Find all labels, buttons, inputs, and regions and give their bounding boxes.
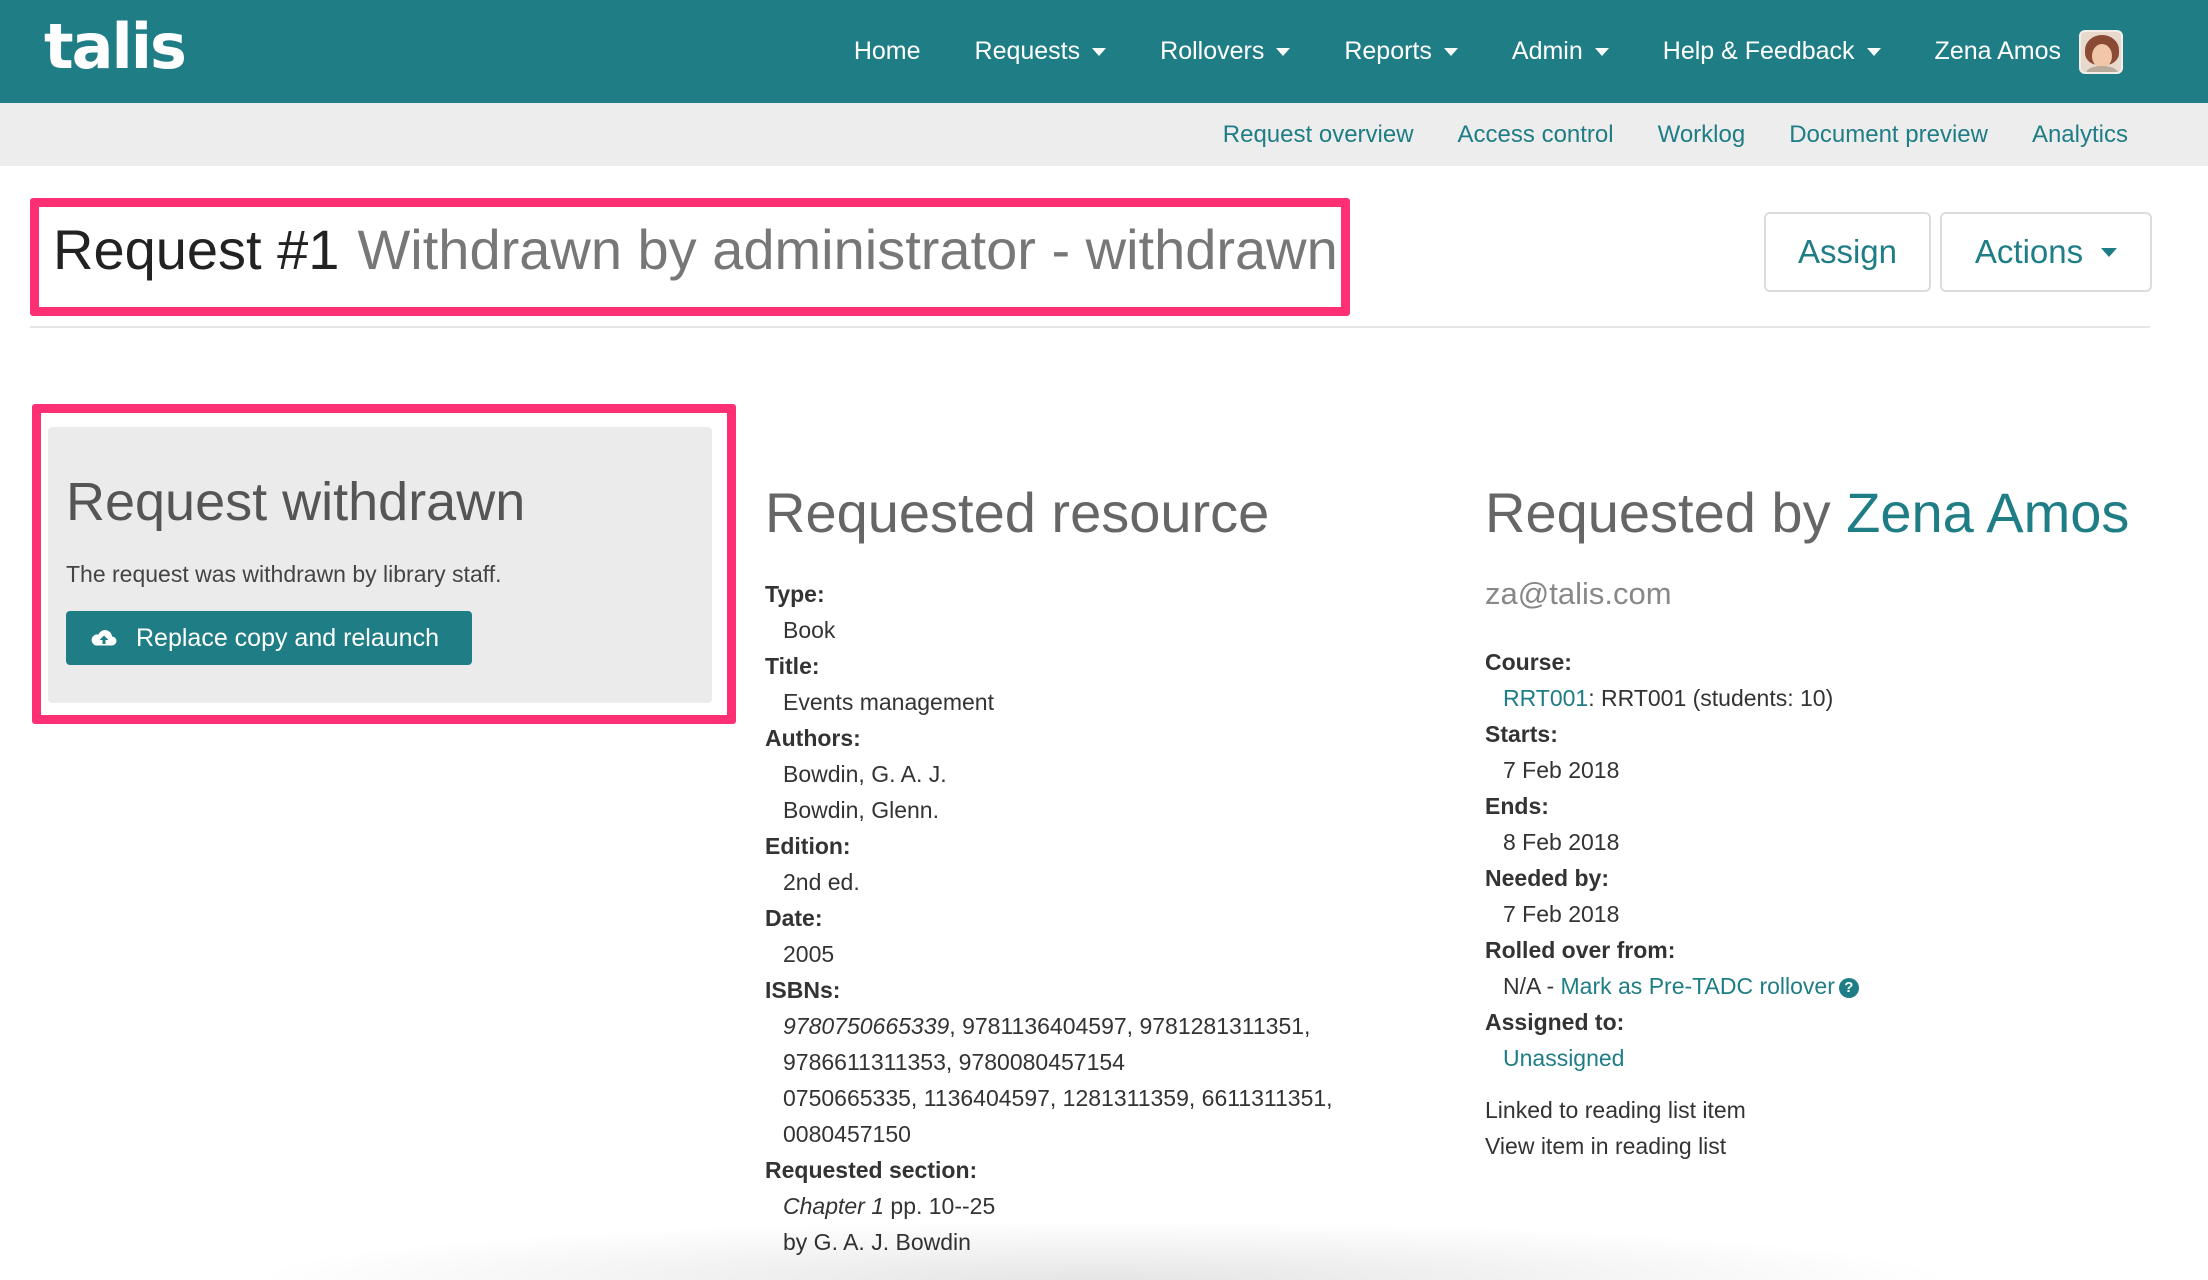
edition-value: 2nd ed.	[783, 869, 860, 895]
isbn-primary: 9780750665339	[783, 1013, 950, 1039]
replace-copy-relaunch-button[interactable]: Replace copy and relaunch	[66, 611, 472, 665]
starts-value: 7 Feb 2018	[1503, 757, 1620, 783]
replace-copy-relaunch-label: Replace copy and relaunch	[136, 623, 439, 652]
nav-admin-label: Admin	[1511, 37, 1583, 65]
nav-home[interactable]: Home	[854, 37, 921, 66]
caret-down-icon	[1092, 47, 1107, 56]
nav-admin[interactable]: Admin	[1512, 37, 1609, 66]
main-nav: Home Requests Rollovers Reports Admin He…	[800, 0, 2123, 103]
edition-label: Edition:	[765, 833, 851, 859]
top-navbar: talis Home Requests Rollovers Reports Ad…	[0, 0, 2208, 103]
subnav-document-preview[interactable]: Document preview	[1789, 121, 1988, 149]
withdrawn-message: The request was withdrawn by library sta…	[66, 561, 502, 587]
nav-reports[interactable]: Reports	[1344, 37, 1458, 66]
requested-by-heading: Requested by Zena Amos	[1485, 480, 2165, 552]
page-title: Request #1 Withdrawn by administrator - w…	[53, 217, 1338, 282]
request-subnav: Request overview Access control Worklog …	[1179, 103, 2128, 166]
actions-button[interactable]: Actions	[1940, 212, 2152, 292]
ends-value: 8 Feb 2018	[1503, 829, 1620, 855]
starts-label: Starts:	[1485, 721, 1558, 747]
type-value: Book	[783, 617, 836, 643]
course-label: Course:	[1485, 649, 1572, 675]
isbns-value: 9780750665339, 9781136404597, 9781281311…	[765, 1008, 1405, 1152]
nav-requests-label: Requests	[974, 37, 1081, 65]
nav-reports-label: Reports	[1344, 37, 1432, 65]
nav-rollovers-label: Rollovers	[1160, 37, 1265, 65]
requested-by-prefix: Requested by	[1485, 481, 1847, 544]
date-value: 2005	[783, 941, 835, 967]
question-circle-icon[interactable]: ?	[1838, 977, 1859, 998]
avatar	[2079, 29, 2123, 74]
rolled-over-value: N/A - Mark as Pre-TADC rollover?	[1485, 968, 2165, 1004]
rolled-over-label: Rolled over from:	[1485, 937, 1676, 963]
withdrawn-panel: Request withdrawn The request was withdr…	[48, 427, 712, 703]
date-label: Date:	[765, 905, 823, 931]
requester-email: za@talis.com	[1485, 576, 1672, 611]
author-item: Bowdin, G. A. J.	[783, 761, 947, 787]
needed-by-label: Needed by:	[1485, 865, 1609, 891]
nav-requests[interactable]: Requests	[975, 37, 1107, 66]
requested-by-section: Requested by Zena Amos za@talis.com Cour…	[1485, 480, 2165, 1164]
linked-reading-list-text: Linked to reading list item	[1485, 1097, 1746, 1123]
rolled-over-prefix: N/A -	[1503, 973, 1561, 999]
caret-down-icon	[1594, 47, 1609, 56]
section-author: by G. A. J. Bowdin	[783, 1229, 971, 1255]
nav-help-feedback[interactable]: Help & Feedback	[1663, 37, 1881, 66]
needed-by-value: 7 Feb 2018	[1503, 901, 1620, 927]
requester-name-link[interactable]: Zena Amos	[1846, 481, 2129, 544]
request-status: Withdrawn by administrator - withdrawn	[357, 218, 1338, 281]
header-divider	[30, 326, 2150, 328]
nav-home-label: Home	[853, 37, 921, 65]
actions-label: Actions	[1974, 233, 2084, 270]
section-pages: pp. 10--25	[884, 1193, 996, 1219]
caret-down-icon	[1866, 47, 1881, 56]
nav-rollovers[interactable]: Rollovers	[1160, 37, 1291, 66]
title-label: Title:	[765, 653, 820, 679]
course-value: RRT001: RRT001 (students: 10)	[1485, 680, 2165, 716]
type-label: Type:	[765, 581, 825, 607]
unassigned-link[interactable]: Unassigned	[1503, 1045, 1624, 1071]
requested-section-label: Requested section:	[765, 1157, 978, 1183]
isbns-label: ISBNs:	[765, 977, 841, 1003]
requested-resource-section: Requested resource Type: Book Title: Eve…	[765, 480, 1405, 1260]
withdrawn-title: Request withdrawn	[66, 472, 526, 532]
assigned-to-value: Unassigned	[1485, 1040, 2165, 1076]
author-item: Bowdin, Glenn.	[783, 797, 939, 823]
course-code-link[interactable]: RRT001	[1503, 685, 1588, 711]
resource-details: Type: Book Title: Events management Auth…	[765, 576, 1405, 1260]
section-chapter: Chapter 1	[783, 1193, 885, 1219]
view-reading-list-item-link[interactable]: View item in reading list	[1485, 1128, 2165, 1164]
subnav-access-control[interactable]: Access control	[1458, 121, 1614, 149]
title-value: Events management	[783, 689, 994, 715]
subnav-worklog[interactable]: Worklog	[1658, 121, 1746, 149]
subnav-request-overview[interactable]: Request overview	[1223, 121, 1414, 149]
assigned-to-label: Assigned to:	[1485, 1009, 1625, 1035]
requester-details: Course: RRT001: RRT001 (students: 10) St…	[1485, 644, 2165, 1164]
isbn-line-4: 0080457150	[783, 1121, 911, 1147]
requested-resource-heading: Requested resource	[765, 481, 1270, 544]
caret-down-icon	[1276, 47, 1291, 56]
assign-button[interactable]: Assign	[1764, 212, 1931, 292]
requested-section-value: Chapter 1 pp. 10--25 by G. A. J. Bowdin	[765, 1188, 1405, 1260]
user-menu[interactable]: Zena Amos	[1934, 29, 2123, 74]
talis-logo[interactable]: talis	[44, 10, 187, 83]
authors-label: Authors:	[765, 725, 861, 751]
caret-down-icon	[2101, 247, 2118, 257]
ends-label: Ends:	[1485, 793, 1549, 819]
sub-navbar: Request overview Access control Worklog …	[0, 103, 2208, 166]
user-name: Zena Amos	[1934, 37, 2061, 65]
cloud-upload-icon	[91, 630, 117, 646]
subnav-analytics[interactable]: Analytics	[2032, 121, 2128, 149]
course-description: : RRT001 (students: 10)	[1588, 685, 1834, 711]
isbn-line-2: 9786611311353, 9780080457154	[783, 1049, 1125, 1075]
nav-help-feedback-label: Help & Feedback	[1662, 37, 1855, 65]
mark-pre-tadc-rollover-link[interactable]: Mark as Pre-TADC rollover	[1561, 973, 1835, 999]
page-title-highlight: Request #1 Withdrawn by administrator - w…	[30, 198, 1350, 316]
isbn-line-1: , 9781136404597, 9781281311351,	[949, 1013, 1311, 1039]
caret-down-icon	[1443, 47, 1458, 56]
isbn-line-3: 0750665335, 1136404597, 1281311359, 6611…	[783, 1085, 1333, 1111]
request-number: Request #1	[53, 218, 340, 281]
